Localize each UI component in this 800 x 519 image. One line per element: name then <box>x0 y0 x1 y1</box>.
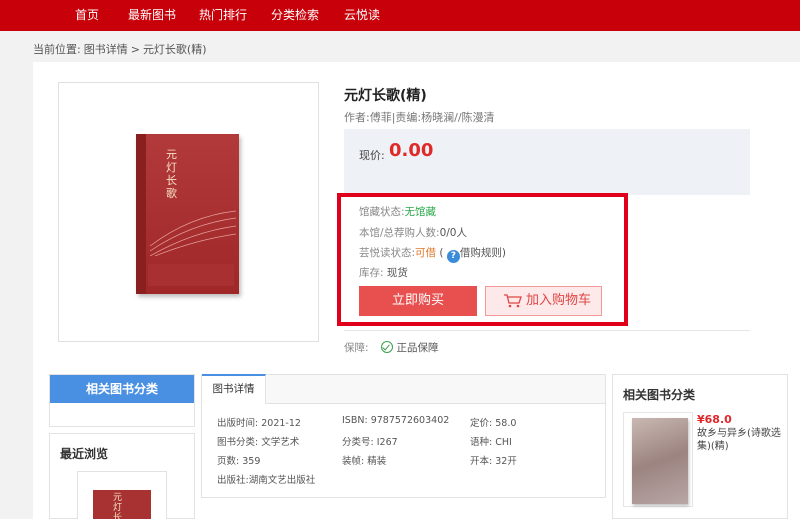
price-label: 现价: <box>359 149 385 162</box>
attr-list-price: 定价: 58.0 <box>470 418 517 429</box>
related-book-name[interactable]: 故乡与异乡(诗歌选集)(精) <box>697 427 783 453</box>
book-cover-image: 元灯长歌 <box>136 134 239 294</box>
attr-isbn: ISBN: 9787572603402 <box>342 415 450 426</box>
attr-binding: 装帧: 精装 <box>342 456 387 467</box>
related-books-title: 相关图书分类 <box>623 388 696 402</box>
recently-viewed-title: 最近浏览 <box>60 447 109 461</box>
help-icon[interactable]: ? <box>446 250 460 263</box>
nav-new-books[interactable]: 最新图书 <box>128 0 176 31</box>
stock-row: 库存: 现货 <box>359 267 408 279</box>
book-title: 元灯长歌(精) <box>344 88 427 104</box>
related-category-panel: 相关图书分类 <box>49 374 195 427</box>
recent-book-thumbnail[interactable]: 元灯长歌 <box>77 471 167 519</box>
yunyue-status-row: 芸悦读状态:可借 ( ? 借购规则) <box>359 247 506 263</box>
attr-class-number: 分类号: I267 <box>342 437 398 448</box>
related-book-price: ¥68.0 <box>697 413 732 426</box>
top-nav: 首页 最新图书 热门排行 分类检索 云悦读 <box>0 0 800 31</box>
add-to-cart-button[interactable]: 加入购物车 <box>485 286 602 316</box>
book-cover-frame: 元灯长歌 <box>58 82 319 342</box>
buyers-row: 本馆/总荐购人数:0/0人 <box>359 227 467 239</box>
price-box: 现价: 0.00 <box>344 129 750 195</box>
buy-now-button[interactable]: 立即购买 <box>359 286 477 316</box>
book-detail-panel: 图书详情 出版时间: 2021-12 ISBN: 9787572603402 定… <box>201 374 606 498</box>
library-status-value: 无馆藏 <box>404 206 437 218</box>
related-category-tab[interactable]: 相关图书分类 <box>50 375 194 403</box>
price-value: 0.00 <box>389 140 434 161</box>
attr-format: 开本: 32开 <box>470 456 517 467</box>
yunyue-status-value: 可借 <box>415 247 437 259</box>
breadcrumb-separator: > <box>130 43 140 56</box>
stock-value: 现货 <box>386 267 408 279</box>
guarantee-value: 正品保障 <box>396 342 439 354</box>
guarantee-row: 保障: 正品保障 <box>344 341 439 354</box>
nav-category-search[interactable]: 分类检索 <box>271 0 319 31</box>
purchase-rules-link[interactable]: 借购规则 <box>460 247 502 259</box>
add-to-cart-label: 加入购物车 <box>526 293 592 308</box>
nav-yunyuedu[interactable]: 云悦读 <box>344 0 380 31</box>
library-status-row: 馆藏状态:无馆藏 <box>359 206 437 218</box>
book-author: 作者:傅菲|责编:杨晓澜//陈漫清 <box>344 111 495 124</box>
breadcrumb-current: 元灯长歌(精) <box>142 43 207 56</box>
breadcrumb-book-detail[interactable]: 图书详情 <box>84 43 128 56</box>
breadcrumb-prefix: 当前位置: <box>33 43 81 56</box>
attr-language: 语种: CHI <box>470 437 512 448</box>
related-book-cover[interactable] <box>623 412 693 507</box>
nav-hot-ranking[interactable]: 热门排行 <box>199 0 247 31</box>
attr-category: 图书分类: 文学艺术 <box>217 437 300 448</box>
breadcrumb: 当前位置: 图书详情 > 元灯长歌(精) <box>33 41 210 57</box>
attr-publisher: 出版社:湖南文艺出版社 <box>217 475 316 486</box>
tab-book-detail[interactable]: 图书详情 <box>202 374 266 404</box>
check-icon <box>380 341 393 353</box>
cart-icon <box>504 294 522 308</box>
cover-pattern <box>150 210 236 256</box>
cover-title: 元灯长歌 <box>166 148 177 200</box>
attr-publish-date: 出版时间: 2021-12 <box>217 418 301 429</box>
nav-home[interactable]: 首页 <box>75 0 99 31</box>
attr-pages: 页数: 359 <box>217 456 261 467</box>
related-books-panel: 相关图书分类 ¥68.0 故乡与异乡(诗歌选集)(精) <box>612 374 788 519</box>
recently-viewed-panel: 最近浏览 元灯长歌 <box>49 433 195 519</box>
buyers-value: 0/0人 <box>439 227 467 239</box>
